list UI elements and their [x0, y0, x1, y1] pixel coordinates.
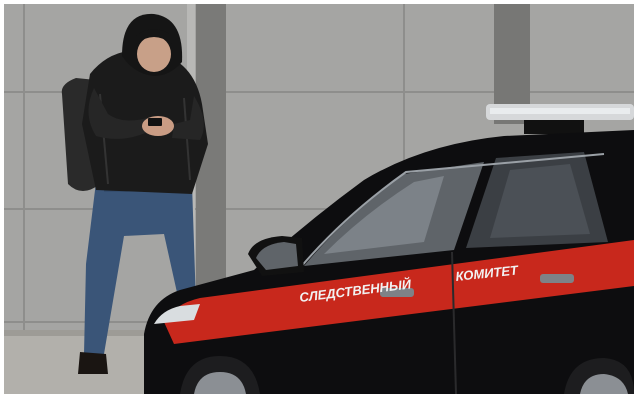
photo: СЛЕДСТВЕННЫЙ КОМИТЕТ — [4, 4, 634, 394]
rear-door-handle — [540, 274, 574, 283]
photo-canvas: СЛЕДСТВЕННЫЙ КОМИТЕТ — [4, 4, 634, 394]
shoe-left — [78, 352, 108, 374]
face — [137, 36, 171, 72]
roof-light-mount — [524, 120, 584, 134]
phone — [148, 118, 162, 126]
